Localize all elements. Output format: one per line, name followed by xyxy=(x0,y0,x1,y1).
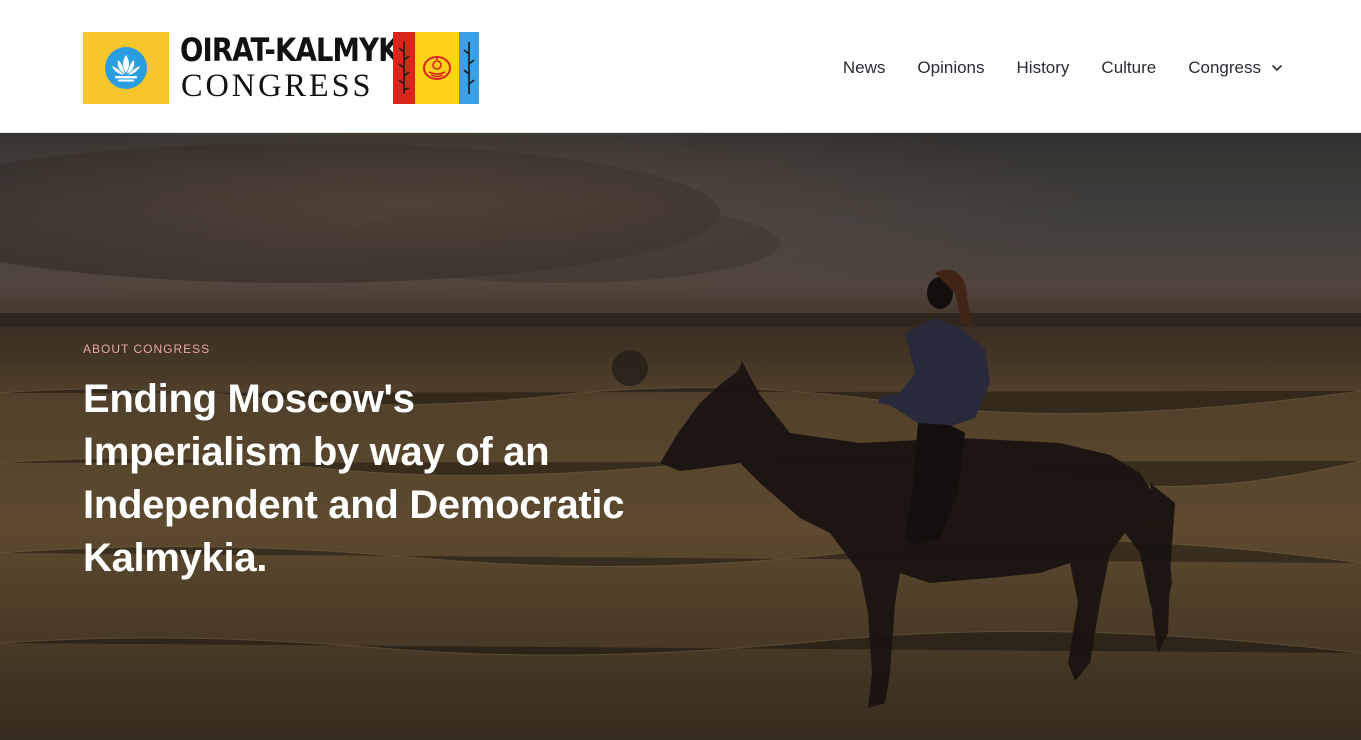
hero-kicker[interactable]: ABOUT CONGRESS xyxy=(83,342,210,356)
nav-item-culture[interactable]: Culture xyxy=(1101,56,1156,80)
site-header: OIRAT-KALMYK CONGRESS News Opinions Hist… xyxy=(0,0,1361,133)
nav-item-label: Congress xyxy=(1188,58,1261,77)
main-nav: News Opinions History Culture Congress xyxy=(843,56,1283,80)
nav-item-label: History xyxy=(1016,58,1070,77)
flag-blue-stripe xyxy=(459,32,479,104)
lotus-icon xyxy=(105,47,147,89)
hero-title[interactable]: Ending Moscow's Imperialism by way of an… xyxy=(83,373,643,585)
flag-emblem-icon xyxy=(423,56,451,80)
lotus-emblem xyxy=(83,32,169,104)
nav-item-label: News xyxy=(842,58,886,77)
script-icon xyxy=(463,42,475,94)
nav-item-label: Culture xyxy=(1101,58,1157,77)
logo-title-top: OIRAT-KALMYK xyxy=(180,31,399,69)
site-logo[interactable]: OIRAT-KALMYK CONGRESS xyxy=(83,32,479,104)
nav-item-history[interactable]: History xyxy=(1017,56,1070,80)
hero-banner: ABOUT CONGRESS Ending Moscow's Imperiali… xyxy=(0,133,1361,740)
flag-yellow-field xyxy=(415,32,459,104)
nav-item-opinions[interactable]: Opinions xyxy=(917,56,984,80)
logo-title-bottom: CONGRESS xyxy=(181,68,374,104)
script-icon xyxy=(398,42,410,94)
nav-item-label: Opinions xyxy=(917,58,985,77)
chevron-down-icon xyxy=(1272,65,1282,72)
nav-item-congress[interactable]: Congress xyxy=(1188,56,1283,80)
flag-red-stripe xyxy=(393,32,415,104)
nav-item-news[interactable]: News xyxy=(843,56,886,80)
kalmyk-flag-icon xyxy=(393,32,479,104)
